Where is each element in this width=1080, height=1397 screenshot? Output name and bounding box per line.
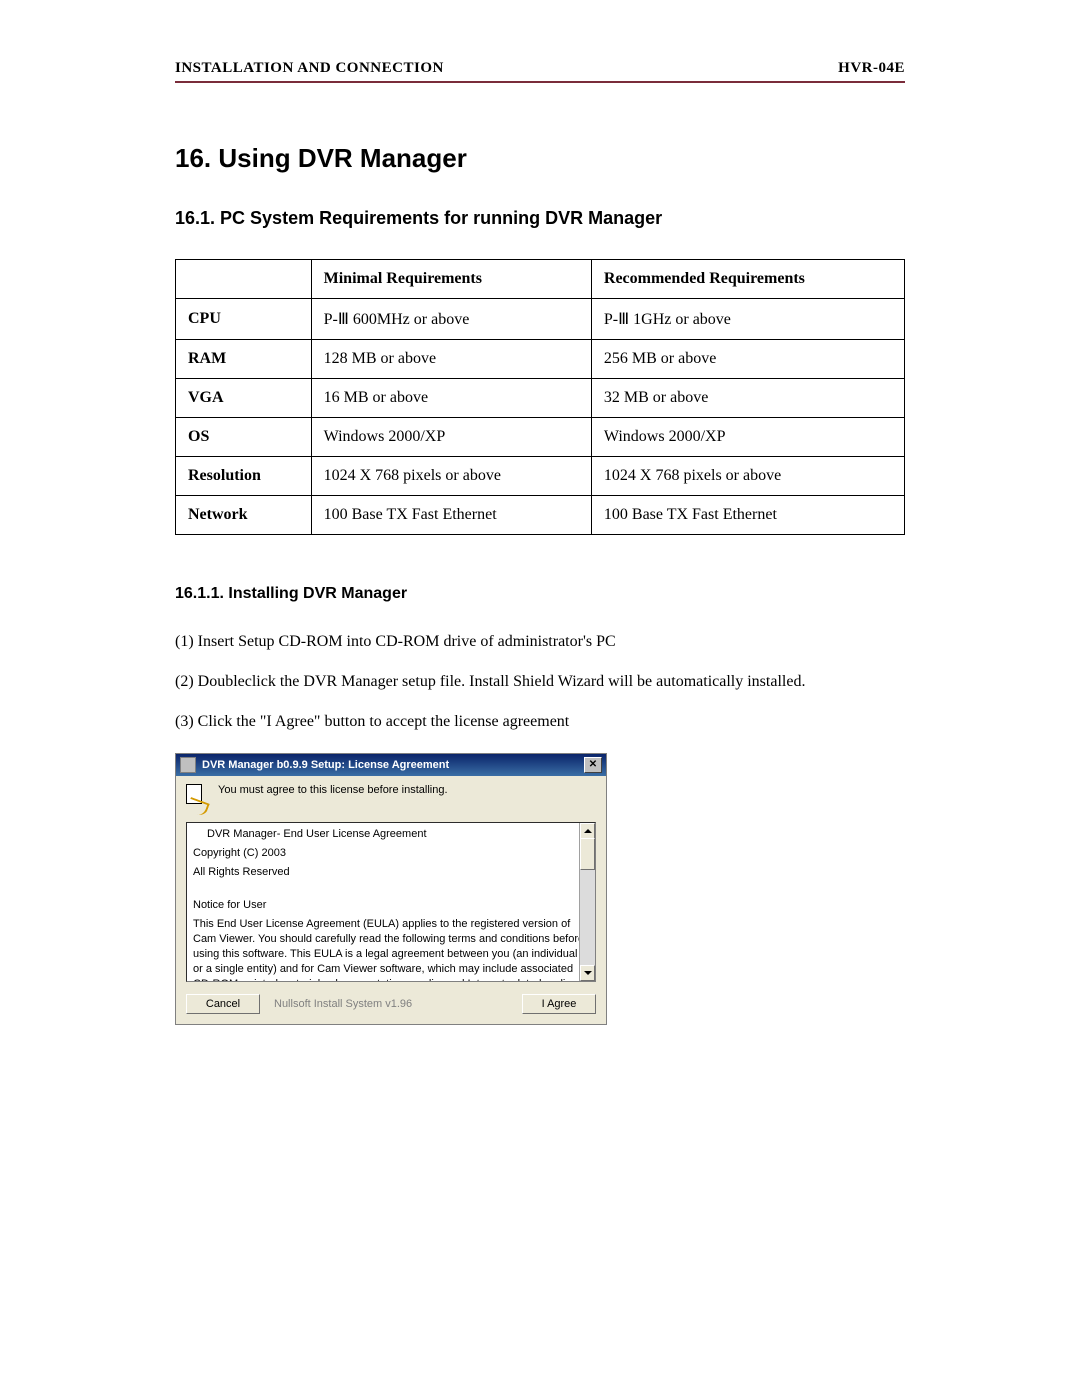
scroll-down-button[interactable]: [580, 965, 595, 981]
eula-line: DVR Manager- End User License Agreement: [193, 827, 589, 842]
row-label: OS: [176, 418, 312, 457]
eula-line: Notice for User: [193, 898, 589, 913]
table-row: Resolution 1024 X 768 pixels or above 10…: [176, 457, 905, 496]
row-label: RAM: [176, 340, 312, 379]
close-button[interactable]: ✕: [584, 757, 602, 773]
heading-3: 16.1.1. Installing DVR Manager: [175, 585, 905, 603]
scroll-up-button[interactable]: [580, 823, 595, 839]
cell-rec: Windows 2000/XP: [591, 418, 904, 457]
eula-line: Copyright (C) 2003: [193, 846, 589, 861]
agreement-icon: [186, 784, 208, 812]
eula-line: All Rights Reserved: [193, 865, 589, 880]
cell-min: 100 Base TX Fast Ethernet: [311, 496, 591, 535]
page-header: INSTALLATION AND CONNECTION HVR-04E: [175, 60, 905, 77]
cell-rec: 100 Base TX Fast Ethernet: [591, 496, 904, 535]
table-row: RAM 128 MB or above 256 MB or above: [176, 340, 905, 379]
dialog-title: DVR Manager b0.9.9 Setup: License Agreem…: [202, 759, 449, 771]
heading-2: 16.1. PC System Requirements for running…: [175, 208, 905, 229]
cell-min: 1024 X 768 pixels or above: [311, 457, 591, 496]
cell-rec: 256 MB or above: [591, 340, 904, 379]
table-header-cell: Recommended Requirements: [591, 260, 904, 299]
cell-rec: 32 MB or above: [591, 379, 904, 418]
table-row: VGA 16 MB or above 32 MB or above: [176, 379, 905, 418]
table-header-cell: Minimal Requirements: [311, 260, 591, 299]
installer-footer-text: Nullsoft Install System v1.96: [274, 998, 412, 1010]
install-step: (2) Doubleclick the DVR Manager setup fi…: [175, 673, 905, 691]
cell-min: Windows 2000/XP: [311, 418, 591, 457]
cell-rec: 1024 X 768 pixels or above: [591, 457, 904, 496]
row-label: VGA: [176, 379, 312, 418]
eula-line: This End User License Agreement (EULA) a…: [193, 917, 589, 982]
cell-rec: P-Ⅲ 1GHz or above: [591, 299, 904, 340]
i-agree-button[interactable]: I Agree: [522, 994, 596, 1014]
row-label: CPU: [176, 299, 312, 340]
eula-textbox[interactable]: DVR Manager- End User License Agreement …: [186, 822, 596, 982]
cell-min: 16 MB or above: [311, 379, 591, 418]
table-row: OS Windows 2000/XP Windows 2000/XP: [176, 418, 905, 457]
header-rule: [175, 81, 905, 83]
header-right: HVR-04E: [838, 60, 905, 77]
table-row: Network 100 Base TX Fast Ethernet 100 Ba…: [176, 496, 905, 535]
cell-min: P-Ⅲ 600MHz or above: [311, 299, 591, 340]
cell-min: 128 MB or above: [311, 340, 591, 379]
scroll-thumb[interactable]: [580, 838, 595, 870]
installer-icon: [180, 757, 196, 773]
scrollbar[interactable]: [579, 823, 595, 981]
table-header-row: Minimal Requirements Recommended Require…: [176, 260, 905, 299]
install-step: (3) Click the "I Agree" button to accept…: [175, 713, 905, 731]
dialog-instruction: You must agree to this license before in…: [218, 784, 448, 796]
table-header-cell: [176, 260, 312, 299]
dialog-titlebar[interactable]: DVR Manager b0.9.9 Setup: License Agreem…: [176, 754, 606, 776]
table-row: CPU P-Ⅲ 600MHz or above P-Ⅲ 1GHz or abov…: [176, 299, 905, 340]
row-label: Network: [176, 496, 312, 535]
requirements-table: Minimal Requirements Recommended Require…: [175, 259, 905, 535]
row-label: Resolution: [176, 457, 312, 496]
license-dialog: DVR Manager b0.9.9 Setup: License Agreem…: [175, 753, 607, 1025]
heading-1: 16. Using DVR Manager: [175, 143, 905, 174]
header-left: INSTALLATION AND CONNECTION: [175, 60, 444, 77]
install-step: (1) Insert Setup CD-ROM into CD-ROM driv…: [175, 633, 905, 651]
cancel-button[interactable]: Cancel: [186, 994, 260, 1014]
